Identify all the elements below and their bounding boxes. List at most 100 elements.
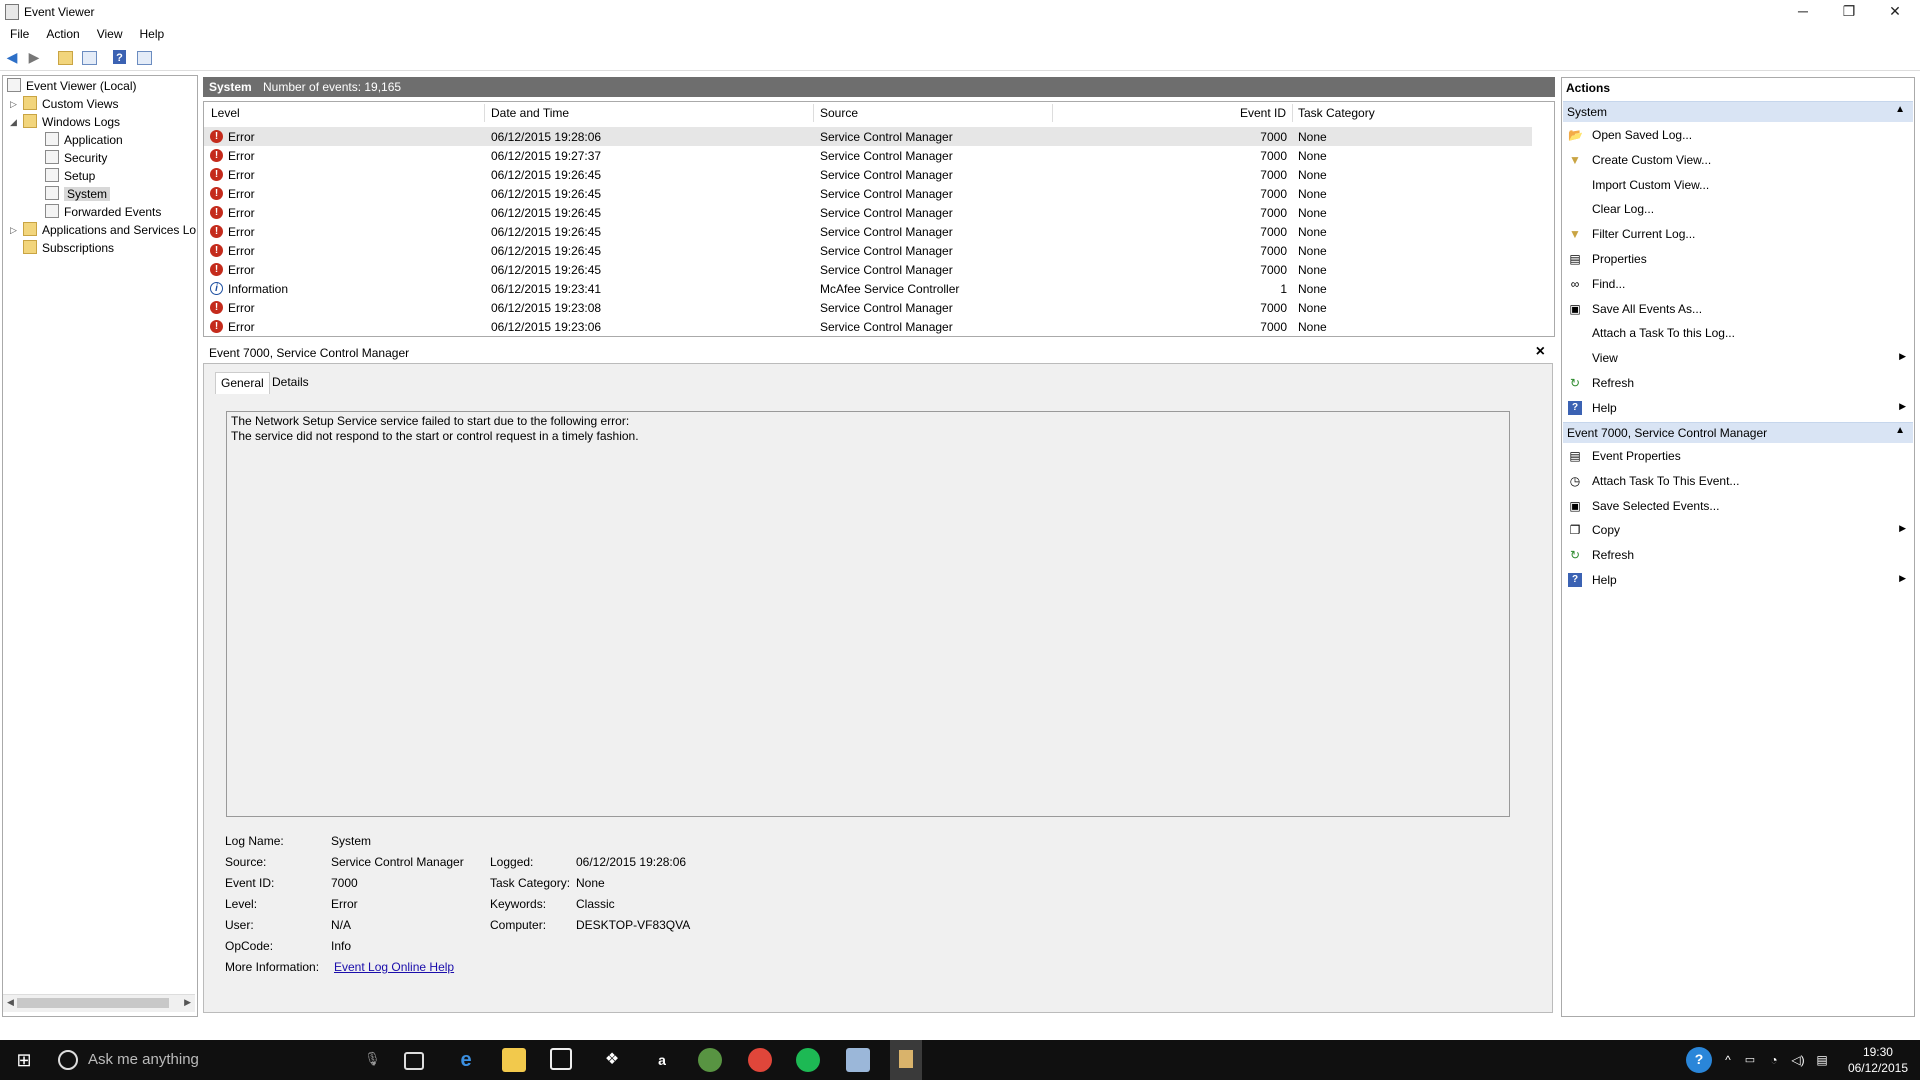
actions-section-event[interactable]: Event 7000, Service Control Manager ▲ bbox=[1563, 422, 1913, 443]
scroll-right-icon[interactable]: ▶ bbox=[184, 997, 191, 1008]
battery-icon[interactable]: ▭ bbox=[1738, 1048, 1762, 1072]
actions-section-system[interactable]: System ▲ bbox=[1563, 101, 1913, 122]
column-header-source[interactable]: Source bbox=[820, 106, 858, 120]
action-properties[interactable]: ▤ Properties bbox=[1562, 247, 1912, 271]
tree-item-custom-views[interactable]: Custom Views bbox=[23, 95, 118, 113]
tree-item-application[interactable]: Application bbox=[45, 131, 123, 149]
task-view-icon[interactable] bbox=[404, 1052, 424, 1070]
action-view[interactable]: View ▶ bbox=[1562, 346, 1912, 370]
show-hide-action-pane-icon[interactable] bbox=[137, 51, 152, 65]
table-row[interactable]: ! Error 06/12/2015 19:26:45 Service Control… bbox=[204, 260, 1532, 279]
taskbar-clock[interactable]: 19:30 06/12/2015 bbox=[1848, 1044, 1908, 1076]
expand-arrow-icon[interactable]: ▷ bbox=[10, 99, 17, 110]
column-header-event-id[interactable]: Event ID bbox=[1240, 106, 1286, 120]
cortana-search-box[interactable]: Ask me anything 🎙 bbox=[48, 1040, 388, 1080]
maximize-button[interactable]: ❐ bbox=[1826, 0, 1872, 24]
table-row[interactable]: ! Error 06/12/2015 19:26:45 Service Control… bbox=[204, 165, 1532, 184]
action-attach-a-task-to-this-log[interactable]: Attach a Task To this Log... bbox=[1562, 321, 1912, 345]
tree-item-applications-and-services[interactable]: Applications and Services Lo bbox=[23, 221, 196, 239]
tree-item-forwarded-events[interactable]: Forwarded Events bbox=[45, 203, 161, 221]
action-center-icon[interactable]: ▤ bbox=[1810, 1048, 1834, 1072]
tree-item-security[interactable]: Security bbox=[45, 149, 107, 167]
collapse-arrow-icon[interactable]: ◢ bbox=[10, 117, 17, 128]
action-save-selected-events[interactable]: ▣ Save Selected Events... bbox=[1562, 494, 1912, 518]
amazon-icon[interactable]: a bbox=[650, 1048, 674, 1072]
chrome-icon[interactable] bbox=[748, 1048, 772, 1072]
dropbox-icon[interactable]: ❖ bbox=[600, 1048, 624, 1072]
tree-item-event-viewer-local[interactable]: Event Viewer (Local) bbox=[7, 77, 137, 95]
close-details-icon[interactable]: × bbox=[1536, 343, 1545, 361]
wifi-icon[interactable]: ◔ bbox=[1762, 1048, 1786, 1072]
action-copy[interactable]: ❐ Copy ▶ bbox=[1562, 518, 1912, 542]
action-help[interactable]: ? Help ▶ bbox=[1562, 568, 1912, 592]
event-viewer-taskbar-icon[interactable] bbox=[890, 1040, 922, 1080]
tree-horizontal-scrollbar[interactable]: ◀ ▶ bbox=[3, 994, 195, 1012]
open-folder-icon[interactable] bbox=[58, 51, 73, 65]
show-hide-console-tree-icon[interactable] bbox=[82, 51, 97, 65]
tab-general[interactable]: General bbox=[215, 372, 270, 394]
action-attach-task-to-this-event[interactable]: ◷ Attach Task To This Event... bbox=[1562, 469, 1912, 493]
menu-action[interactable]: Action bbox=[36, 24, 86, 41]
action-filter-current-log[interactable]: ▼ Filter Current Log... bbox=[1562, 222, 1912, 246]
table-row[interactable]: ! Error 06/12/2015 19:27:37 Service Control… bbox=[204, 146, 1532, 165]
table-row[interactable]: ! Error 06/12/2015 19:26:45 Service Control… bbox=[204, 203, 1532, 222]
table-row[interactable]: i Information 06/12/2015 19:23:41 McAfee Se… bbox=[204, 279, 1532, 298]
help-tray-icon[interactable]: ? bbox=[1686, 1047, 1712, 1073]
show-hidden-icons-icon[interactable]: ^ bbox=[1716, 1048, 1740, 1072]
action-refresh[interactable]: ↻ Refresh bbox=[1562, 371, 1912, 395]
expand-arrow-icon[interactable]: ▷ bbox=[10, 225, 17, 236]
tab-details[interactable]: Details bbox=[267, 372, 314, 393]
collapse-caret-icon[interactable]: ▲ bbox=[1895, 104, 1905, 115]
scroll-thumb[interactable] bbox=[17, 998, 169, 1008]
action-clear-log[interactable]: Clear Log... bbox=[1562, 197, 1912, 221]
column-header-task-category[interactable]: Task Category bbox=[1298, 106, 1375, 120]
app-icon[interactable] bbox=[846, 1048, 870, 1072]
back-arrow-icon[interactable]: ◀ bbox=[4, 49, 20, 65]
action-create-custom-view[interactable]: ▼ Create Custom View... bbox=[1562, 148, 1912, 172]
menu-file[interactable]: File bbox=[0, 24, 36, 41]
table-row[interactable]: ! Error 06/12/2015 19:26:45 Service Control… bbox=[204, 184, 1532, 203]
action-event-properties[interactable]: ▤ Event Properties bbox=[1562, 444, 1912, 468]
start-windows-icon[interactable]: ⊞ bbox=[12, 1048, 36, 1072]
menu-view[interactable]: View bbox=[87, 24, 130, 41]
spotify-icon[interactable] bbox=[796, 1048, 820, 1072]
store-icon[interactable] bbox=[550, 1048, 572, 1070]
action-label: Refresh bbox=[1592, 548, 1635, 563]
column-divider[interactable] bbox=[484, 104, 485, 122]
action-help[interactable]: ? Help ▶ bbox=[1562, 396, 1912, 420]
table-row[interactable]: ! Error 06/12/2015 19:28:06 Service Control… bbox=[204, 127, 1532, 146]
help-icon[interactable]: ? bbox=[113, 50, 126, 64]
action-import-custom-view[interactable]: Import Custom View... bbox=[1562, 173, 1912, 197]
file-explorer-icon[interactable] bbox=[502, 1048, 526, 1072]
event-message-box[interactable]: The Network Setup Service service failed… bbox=[226, 411, 1510, 817]
action-open-saved-log[interactable]: 📂 Open Saved Log... bbox=[1562, 123, 1912, 147]
column-divider[interactable] bbox=[1052, 104, 1053, 122]
tree-item-windows-logs[interactable]: Windows Logs bbox=[23, 113, 120, 131]
collapse-caret-icon[interactable]: ▲ bbox=[1895, 425, 1905, 436]
action-refresh[interactable]: ↻ Refresh bbox=[1562, 543, 1912, 567]
edge-browser-icon[interactable]: e bbox=[454, 1048, 478, 1072]
tripadvisor-icon[interactable] bbox=[698, 1048, 722, 1072]
column-header-level[interactable]: Level bbox=[211, 106, 240, 120]
forward-arrow-icon[interactable]: ▶ bbox=[26, 49, 42, 65]
microphone-icon[interactable]: 🎙 bbox=[364, 1051, 381, 1067]
volume-icon[interactable]: ◁) bbox=[1786, 1048, 1810, 1072]
table-row[interactable]: ! Error 06/12/2015 19:26:45 Service Control… bbox=[204, 241, 1532, 260]
table-row[interactable]: ! Error 06/12/2015 19:23:08 Service Control… bbox=[204, 298, 1532, 317]
tree-item-subscriptions[interactable]: Subscriptions bbox=[23, 239, 114, 257]
column-divider[interactable] bbox=[813, 104, 814, 122]
filter-icon: ▼ bbox=[1569, 152, 1581, 167]
column-header-date[interactable]: Date and Time bbox=[491, 106, 569, 120]
table-row[interactable]: ! Error 06/12/2015 19:23:06 Service Control… bbox=[204, 317, 1532, 336]
menu-help[interactable]: Help bbox=[130, 24, 172, 41]
table-row[interactable]: ! Error 06/12/2015 19:26:45 Service Control… bbox=[204, 222, 1532, 241]
scroll-left-icon[interactable]: ◀ bbox=[7, 997, 14, 1008]
event-log-online-help-link[interactable]: Event Log Online Help bbox=[334, 960, 454, 974]
column-divider[interactable] bbox=[1292, 104, 1293, 122]
tree-item-setup[interactable]: Setup bbox=[45, 167, 95, 185]
minimize-button[interactable]: ─ bbox=[1780, 0, 1826, 24]
action-save-all-events-as[interactable]: ▣ Save All Events As... bbox=[1562, 297, 1912, 321]
action-find[interactable]: ∞ Find... bbox=[1562, 272, 1912, 296]
close-button[interactable]: ✕ bbox=[1872, 0, 1918, 24]
tree-item-system[interactable]: System bbox=[45, 185, 111, 203]
